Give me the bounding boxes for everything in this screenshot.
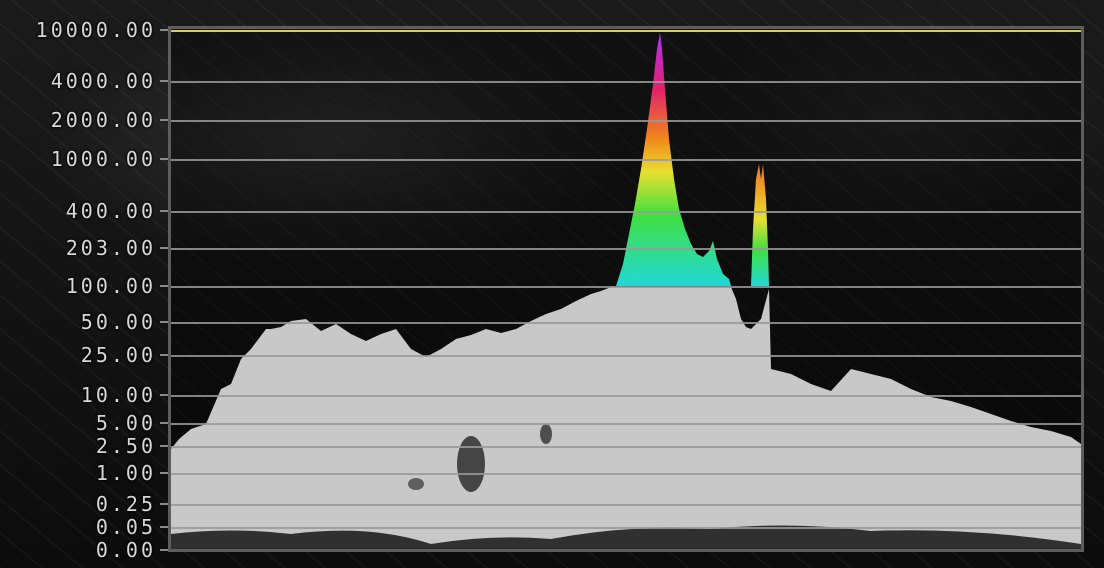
scale-label-25: 25.00 <box>80 343 156 367</box>
scale-label-4000: 4000.00 <box>50 69 156 93</box>
scale-tick <box>160 354 168 356</box>
scale-tick <box>160 422 168 424</box>
scale-tick <box>160 445 168 447</box>
scale-tick <box>160 80 168 82</box>
scale-tick <box>160 247 168 249</box>
scale-label-1000: 1000.00 <box>50 147 156 171</box>
scale-tick <box>160 503 168 505</box>
scale-label-10: 10.00 <box>80 383 156 407</box>
scale-label-0: 0.00 <box>95 538 156 562</box>
shadow-cluster <box>540 424 552 444</box>
scale-tick <box>160 158 168 160</box>
scale-label-10000: 10000.00 <box>35 18 156 42</box>
scale-tick <box>160 285 168 287</box>
scale-label-2-5: 2.50 <box>95 434 156 458</box>
shadow-cluster <box>408 478 424 490</box>
scale-label-1: 1.00 <box>95 461 156 485</box>
scale-label-0-05: 0.05 <box>95 515 156 539</box>
luminance-waveform-fill <box>171 287 1081 549</box>
scale-tick <box>160 526 168 528</box>
scale-tick <box>160 29 168 31</box>
nits-scale-axis: 10000.00 4000.00 2000.00 1000.00 400.00 … <box>0 0 170 568</box>
scale-label-0-25: 0.25 <box>95 492 156 516</box>
scale-label-400: 400.00 <box>65 199 156 223</box>
scale-tick <box>160 549 168 551</box>
scale-label-203: 203.00 <box>65 236 156 260</box>
scale-label-5: 5.00 <box>95 411 156 435</box>
scale-tick <box>160 119 168 121</box>
scale-label-100: 100.00 <box>65 274 156 298</box>
shadow-cluster <box>457 436 485 492</box>
scale-label-2000: 2000.00 <box>50 108 156 132</box>
scale-tick <box>160 472 168 474</box>
scale-tick <box>160 210 168 212</box>
waveform-scope-plot <box>168 26 1084 552</box>
waveform-graph <box>171 30 1081 549</box>
scale-tick <box>160 394 168 396</box>
scale-label-50: 50.00 <box>80 310 156 334</box>
highlight-spike-secondary <box>751 164 769 286</box>
scale-tick <box>160 321 168 323</box>
